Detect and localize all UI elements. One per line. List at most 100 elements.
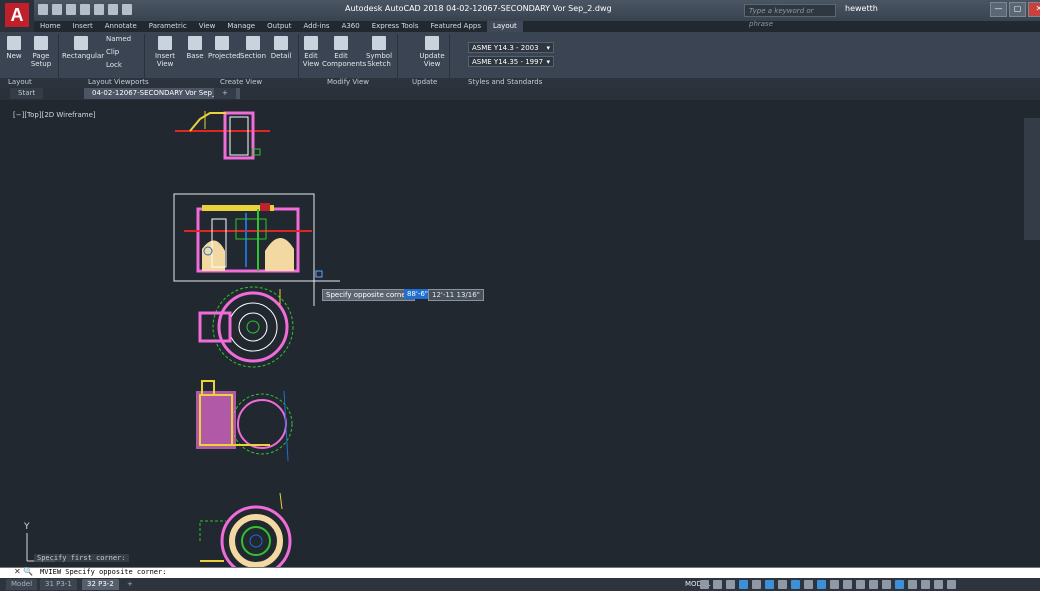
snap-icon[interactable]	[713, 580, 722, 589]
page-setup-button[interactable]: Page Setup	[28, 36, 54, 68]
annotation-monitor-icon[interactable]	[856, 580, 865, 589]
layout-tab-p3-2[interactable]: 32 P3-2	[82, 579, 119, 590]
search-input[interactable]: Type a keyword or phrase	[744, 4, 836, 28]
transparency-icon[interactable]	[804, 580, 813, 589]
command-history: Specify first corner:	[34, 554, 129, 562]
named-viewport-button[interactable]: Named	[106, 35, 131, 43]
edit-view-button[interactable]: Edit View	[301, 36, 321, 68]
customization-icon[interactable]	[947, 580, 956, 589]
save-icon[interactable]	[66, 4, 76, 15]
object-snap-tracking-icon[interactable]	[765, 580, 774, 589]
tab-home[interactable]: Home	[34, 21, 67, 32]
drawing-canvas[interactable]: Y	[0, 101, 1040, 567]
isolate-objects-icon[interactable]	[908, 580, 917, 589]
quick-access-toolbar	[38, 4, 132, 18]
add-layout-button[interactable]: +	[122, 579, 138, 590]
tab-annotate[interactable]: Annotate	[99, 21, 143, 32]
window-title: Autodesk AutoCAD 2018 04-02-12067-SECOND…	[345, 4, 612, 13]
tab-layout[interactable]: Layout	[486, 21, 523, 32]
units-icon[interactable]	[869, 580, 878, 589]
tab-insert[interactable]: Insert	[67, 21, 99, 32]
new-tab-button[interactable]: +	[214, 88, 236, 99]
clip-viewport-button[interactable]: Clip	[106, 48, 119, 56]
tab-start[interactable]: Start	[10, 88, 44, 99]
dynamic-input-x-field[interactable]: 88'-6"	[404, 289, 432, 299]
undo-icon[interactable]	[108, 4, 118, 15]
insert-view-button[interactable]: Insert View	[148, 36, 182, 68]
ribbon-tabs: Home Insert Annotate Parametric View Man…	[34, 21, 523, 32]
update-view-button[interactable]: Update View	[418, 36, 446, 68]
dynamic-input-y-field[interactable]: 12'-11 13/16"	[428, 289, 484, 301]
new-layout-icon	[7, 36, 21, 50]
ribbon-panel-bar: Layout Layout Viewports Create View Modi…	[0, 78, 1040, 87]
edit-components-button[interactable]: Edit Components	[322, 36, 366, 68]
isodraft-icon[interactable]	[752, 580, 761, 589]
redo-icon[interactable]	[122, 4, 132, 15]
insert-view-icon	[158, 36, 172, 50]
projected-view-button[interactable]: Projected	[208, 36, 241, 60]
panel-label-modify-view: Modify View	[327, 78, 370, 86]
layout-tab-model[interactable]: Model	[6, 579, 38, 590]
tab-output[interactable]: Output	[261, 21, 297, 32]
detail-style-dropdown[interactable]: ASME Y14.35 - 1997 ▾	[468, 56, 554, 67]
status-toggles	[700, 580, 956, 589]
ortho-icon[interactable]	[726, 580, 735, 589]
print-icon[interactable]	[94, 4, 104, 15]
base-view-button[interactable]: Base	[186, 36, 204, 60]
tab-featured-apps[interactable]: Featured Apps	[425, 21, 487, 32]
detail-drawing-2	[184, 203, 312, 273]
panel-label-layout: Layout	[8, 78, 32, 86]
minimize-button[interactable]: —	[990, 2, 1007, 17]
object-snap-icon[interactable]	[778, 580, 787, 589]
panel-label-create-view: Create View	[220, 78, 263, 86]
detail-view-button[interactable]: Detail	[270, 36, 292, 60]
workspace-icon[interactable]	[843, 580, 852, 589]
dynamic-input-prompt: Specify opposite corner:	[322, 289, 415, 301]
polar-icon[interactable]	[739, 580, 748, 589]
standard-style-dropdown[interactable]: ASME Y14.3 - 2003 ▾	[468, 42, 554, 53]
lineweight-icon[interactable]	[791, 580, 800, 589]
lock-ui-icon[interactable]	[895, 580, 904, 589]
quick-properties-icon[interactable]	[882, 580, 891, 589]
maximize-button[interactable]: ▢	[1009, 2, 1026, 17]
lock-viewport-button[interactable]: Lock	[106, 61, 122, 69]
detail-view-icon	[274, 36, 288, 50]
tab-add-ins[interactable]: Add-ins	[297, 21, 335, 32]
tab-a360[interactable]: A360	[336, 21, 366, 32]
selection-cycling-icon[interactable]	[817, 580, 826, 589]
panel-label-update: Update	[412, 78, 438, 86]
save-as-icon[interactable]	[80, 4, 90, 15]
detail-drawing-5	[199, 492, 292, 567]
close-command-icon[interactable]: ✕ 🔍	[14, 567, 33, 576]
tab-parametric[interactable]: Parametric	[143, 21, 193, 32]
rectangular-viewport-button[interactable]: Rectangular	[62, 36, 104, 60]
tab-manage[interactable]: Manage	[221, 21, 261, 32]
hardware-acceleration-icon[interactable]	[921, 580, 930, 589]
section-view-button[interactable]: Section	[240, 36, 266, 60]
edit-components-icon	[334, 36, 348, 50]
grid-icon[interactable]	[700, 580, 709, 589]
update-view-icon	[425, 36, 439, 50]
grip-marker	[315, 270, 323, 278]
new-icon[interactable]	[38, 4, 48, 15]
layout-tab-p3-1[interactable]: 31 P3-1	[40, 579, 77, 590]
edit-view-icon	[304, 36, 318, 50]
rectangular-icon	[74, 36, 88, 50]
new-layout-button[interactable]: New	[4, 36, 24, 60]
tab-express-tools[interactable]: Express Tools	[366, 21, 425, 32]
base-view-icon	[188, 36, 202, 50]
window-controls: — ▢ ✕	[990, 2, 1040, 17]
application-menu-button[interactable]: A	[0, 0, 34, 32]
clean-screen-icon[interactable]	[934, 580, 943, 589]
user-account[interactable]: hewetth	[845, 4, 878, 13]
close-button[interactable]: ✕	[1028, 2, 1040, 17]
tab-view[interactable]: View	[193, 21, 222, 32]
annotation-scale-icon[interactable]	[830, 580, 839, 589]
open-icon[interactable]	[52, 4, 62, 15]
symbol-sketch-button[interactable]: Symbol Sketch	[364, 36, 394, 68]
projected-view-icon	[215, 36, 229, 50]
ucs-y-label: Y	[23, 522, 30, 532]
detail-drawing-1	[175, 111, 270, 160]
command-input[interactable]: MVIEW Specify opposite corner:	[40, 567, 166, 577]
section-view-icon	[246, 36, 260, 50]
